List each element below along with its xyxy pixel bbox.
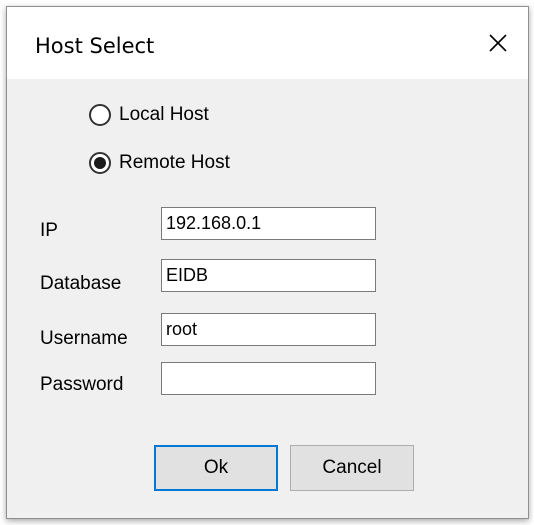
radio-local-host[interactable]: Local Host [89, 104, 209, 126]
database-label: Database [40, 273, 122, 294]
radio-remote-host-circle[interactable] [89, 152, 111, 174]
radio-local-host-label: Local Host [119, 104, 209, 125]
ok-button[interactable]: Ok [154, 445, 278, 491]
cancel-button[interactable]: Cancel [290, 445, 414, 491]
title-bar: Host Select [7, 7, 528, 79]
radio-selected-dot [94, 157, 106, 169]
close-button[interactable] [480, 25, 516, 61]
ip-label: IP [40, 220, 58, 241]
password-field[interactable] [161, 362, 376, 395]
password-label: Password [40, 374, 124, 395]
radio-remote-host-label: Remote Host [119, 152, 230, 173]
ip-field[interactable] [161, 207, 376, 240]
dialog-title: Host Select [35, 34, 155, 58]
username-field[interactable] [161, 313, 376, 346]
username-label: Username [40, 328, 128, 349]
radio-remote-host[interactable]: Remote Host [89, 152, 230, 174]
host-select-dialog: Host Select Local Host Remote Host IP Da… [6, 6, 529, 519]
database-field[interactable] [161, 259, 376, 292]
close-icon [489, 34, 507, 52]
radio-local-host-circle[interactable] [89, 104, 111, 126]
